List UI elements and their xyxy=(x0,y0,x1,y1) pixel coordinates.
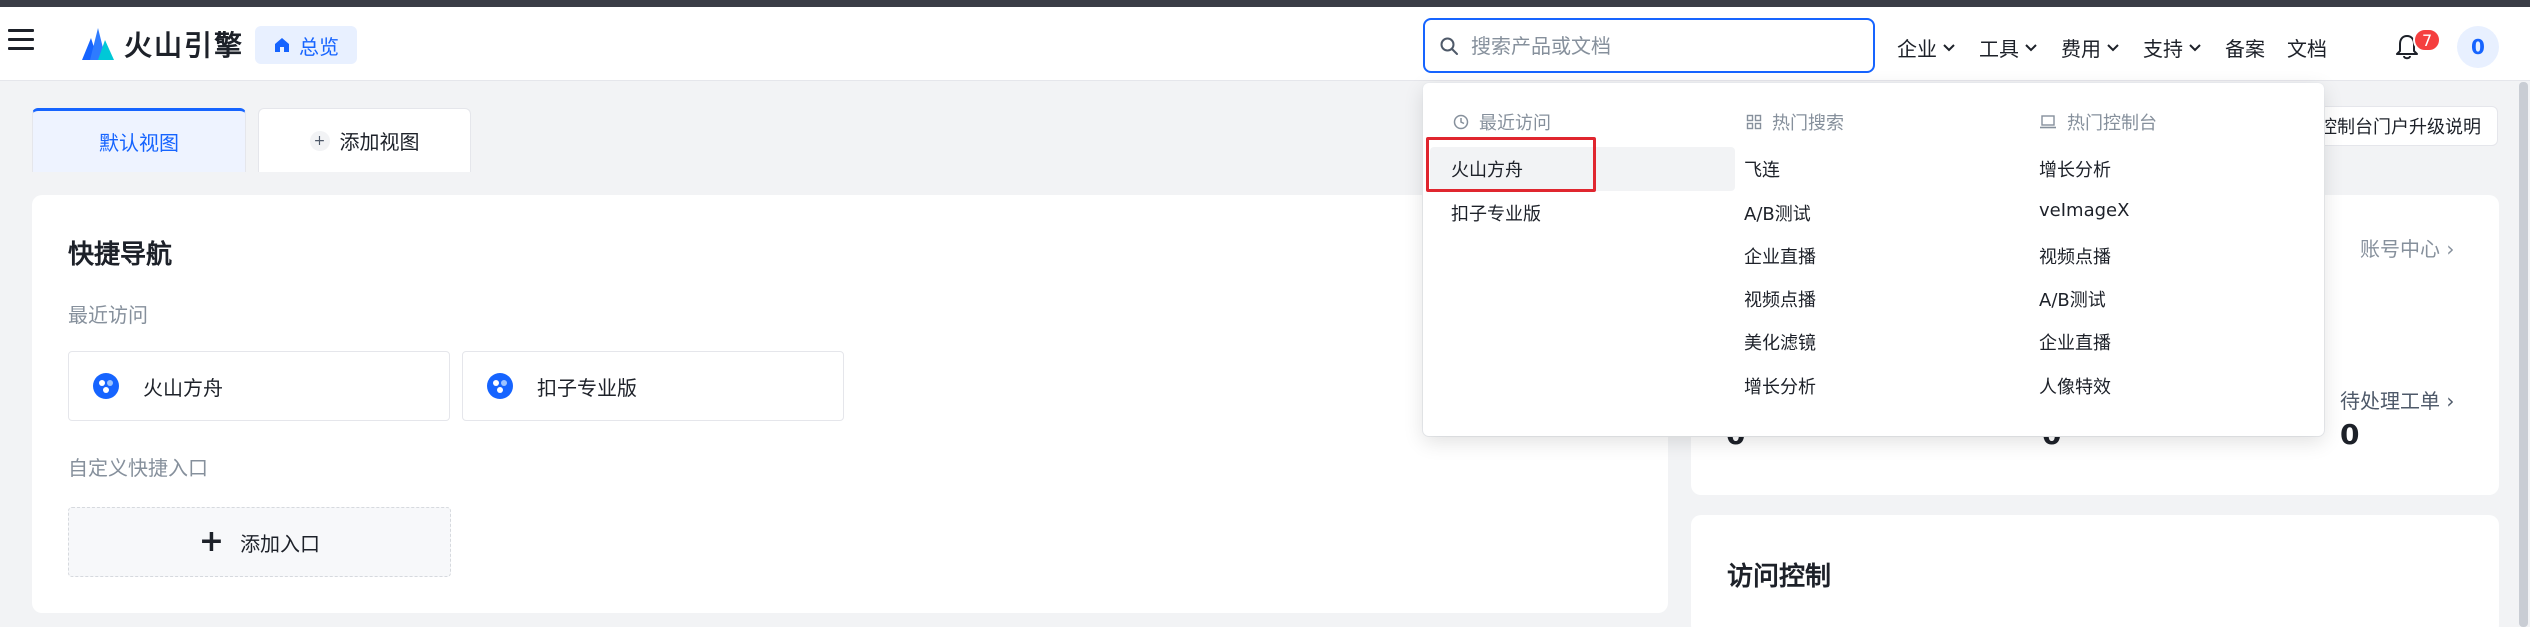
menu-icon[interactable] xyxy=(8,29,34,55)
brand-name: 火山引擎 xyxy=(124,29,245,62)
scrollbar-thumb[interactable] xyxy=(2519,82,2528,627)
top-nav-menu: 企业 工具 费用 支持 备案 文档 xyxy=(1897,33,2349,62)
window-top-strip xyxy=(0,0,2530,7)
selected-highlight-box xyxy=(1426,137,1596,192)
pending-tickets-label: 待处理工单 xyxy=(2340,389,2440,413)
hot-console-item[interactable]: 增长分析 xyxy=(2039,156,2111,182)
recent-visits-label: 最近访问 xyxy=(68,303,148,327)
chevron-down-icon xyxy=(2025,43,2037,51)
avatar[interactable]: 0 xyxy=(2457,26,2499,68)
plus-icon: + xyxy=(198,524,225,559)
chevron-down-icon xyxy=(2189,43,2201,51)
nav-support-label: 支持 xyxy=(2143,37,2183,61)
hot-search-item[interactable]: 视频点播 xyxy=(1744,286,1816,312)
nav-tools-label: 工具 xyxy=(1979,37,2019,61)
hot-search-header: 热门搜索 xyxy=(1746,109,1844,135)
coze-product-icon xyxy=(487,373,513,399)
quick-nav-title: 快捷导航 xyxy=(68,240,173,270)
chevron-right-icon: › xyxy=(2446,389,2455,413)
hot-console-item[interactable]: A/B测试 xyxy=(2039,286,2106,312)
search-box[interactable] xyxy=(1423,18,1875,73)
nav-enterprise[interactable]: 企业 xyxy=(1897,33,1956,62)
add-entry-button[interactable]: + 添加入口 xyxy=(68,507,451,577)
laptop-icon xyxy=(2040,115,2056,129)
tab-add-view[interactable]: + 添加视图 xyxy=(258,108,471,172)
shortcut-ark[interactable]: 火山方舟 xyxy=(68,351,450,421)
tab-default-view-label: 默认视图 xyxy=(99,131,179,155)
hot-console-header: 热门控制台 xyxy=(2039,109,2157,135)
add-entry-label: 添加入口 xyxy=(240,531,321,556)
portal-upgrade-label: 控制台门户升级说明 xyxy=(2319,117,2481,138)
pending-tickets-link[interactable]: 待处理工单 › xyxy=(2340,385,2454,414)
access-control-title: 访问控制 xyxy=(1727,562,1832,592)
hot-search-item[interactable]: 美化滤镜 xyxy=(1744,329,1816,355)
recent-visits-title: 最近访问 xyxy=(1479,113,1551,134)
clock-icon xyxy=(1453,114,1469,130)
nav-billing[interactable]: 费用 xyxy=(2061,33,2120,62)
shortcut-coze-pro-label: 扣子专业版 xyxy=(537,375,637,400)
shortcut-ark-label: 火山方舟 xyxy=(143,375,223,400)
recent-visits-header: 最近访问 xyxy=(1453,109,1551,135)
overview-button[interactable]: 总览 xyxy=(255,26,357,64)
notification-badge: 7 xyxy=(2413,28,2442,52)
nav-filing-label: 备案 xyxy=(2225,37,2265,61)
ark-product-icon xyxy=(93,373,119,399)
hot-console-title: 热门控制台 xyxy=(2067,113,2157,134)
stat-value: 0 xyxy=(2340,418,2360,451)
account-center-link[interactable]: 账号中心 › xyxy=(2360,233,2454,262)
search-dropdown: 最近访问 火山方舟 扣子专业版 热门搜索 飞连 A/B测试 企业直播 视频点播 … xyxy=(1423,83,2324,436)
nav-tools[interactable]: 工具 xyxy=(1979,33,2038,62)
hot-search-item[interactable]: 增长分析 xyxy=(1744,373,1816,399)
plus-icon: + xyxy=(309,130,330,151)
custom-shortcuts-label: 自定义快捷入口 xyxy=(68,456,208,480)
chevron-down-icon xyxy=(1943,43,1955,51)
brand-logo[interactable]: 火山引擎 xyxy=(80,25,244,63)
grid-icon xyxy=(1746,114,1762,130)
hot-search-item[interactable]: 飞连 xyxy=(1744,156,1780,182)
overview-label: 总览 xyxy=(299,34,339,59)
top-navigation-bar: 火山引擎 总览 企业 工具 费用 支持 备案 xyxy=(0,7,2530,81)
chevron-down-icon xyxy=(2107,43,2119,51)
hot-console-item[interactable]: 视频点播 xyxy=(2039,243,2111,269)
hot-search-title: 热门搜索 xyxy=(1772,113,1844,134)
account-center-label: 账号中心 xyxy=(2360,237,2440,261)
hot-search-item[interactable]: 企业直播 xyxy=(1744,243,1816,269)
nav-support[interactable]: 支持 xyxy=(2143,33,2202,62)
search-icon xyxy=(1440,37,1458,55)
home-icon xyxy=(275,38,289,52)
search-input[interactable] xyxy=(1471,33,1851,58)
chevron-right-icon: › xyxy=(2446,237,2455,261)
nav-enterprise-label: 企业 xyxy=(1897,37,1937,61)
shortcut-coze-pro[interactable]: 扣子专业版 xyxy=(462,351,844,421)
nav-billing-label: 费用 xyxy=(2061,37,2101,61)
nav-docs[interactable]: 文档 xyxy=(2287,33,2327,62)
volcano-logo-icon xyxy=(82,28,114,60)
hot-console-item[interactable]: 人像特效 xyxy=(2039,373,2111,399)
tab-default-view[interactable]: 默认视图 xyxy=(32,108,246,172)
recent-item[interactable]: 扣子专业版 xyxy=(1451,200,1541,226)
hot-console-item[interactable]: veImageX xyxy=(2039,200,2129,221)
portal-upgrade-button[interactable]: 控制台门户升级说明 xyxy=(2304,106,2498,146)
hot-search-item[interactable]: A/B测试 xyxy=(1744,200,1811,226)
nav-filing[interactable]: 备案 xyxy=(2225,33,2265,62)
hot-console-item[interactable]: 企业直播 xyxy=(2039,329,2111,355)
nav-docs-label: 文档 xyxy=(2287,37,2327,61)
tab-add-view-label: 添加视图 xyxy=(339,130,420,154)
